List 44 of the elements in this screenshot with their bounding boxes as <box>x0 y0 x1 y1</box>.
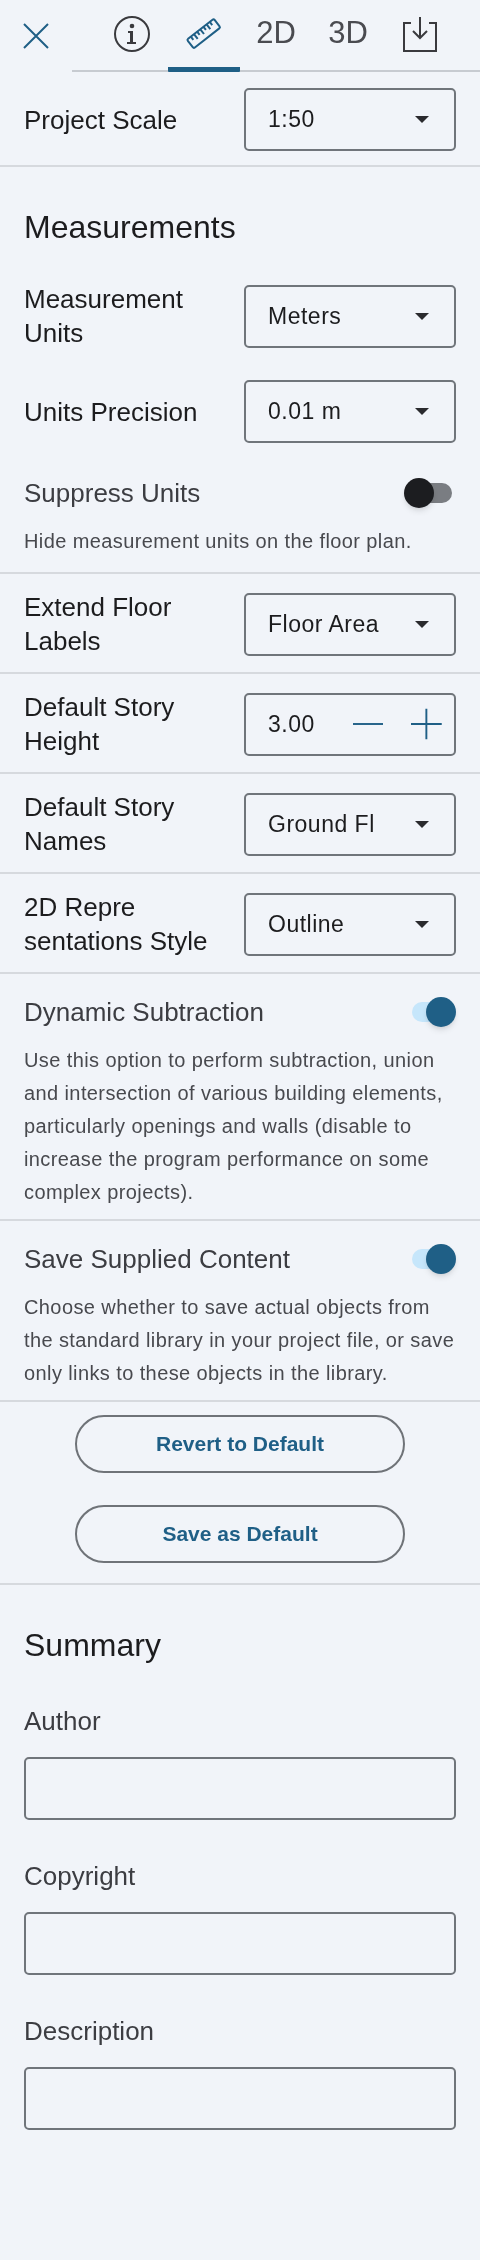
minus-icon[interactable] <box>352 723 384 725</box>
section-heading: Summary <box>24 1626 162 1665</box>
setting-label: Extend Floor Labels <box>24 591 173 658</box>
setting-label: Default Story Height <box>24 691 176 758</box>
setting-label: Suppress Units <box>24 476 201 510</box>
setting-description: Use this option to perform subtraction, union and intersection of various building elements, particularly openings and walls (disable to increase the program performance on some complex projects). <box>24 1048 444 1205</box>
select-dropdown[interactable]: Floor Area <box>244 592 456 656</box>
caret-icon <box>414 619 430 629</box>
info-icon <box>113 14 151 53</box>
download-icon <box>401 14 439 53</box>
input-field[interactable] <box>24 1757 456 1820</box>
setting-label: Measurement Units <box>24 283 184 350</box>
caret-icon <box>414 919 430 929</box>
setting-description: Choose whether to save actual objects from the standard library in your project file, or save only links to these objects in the library. <box>24 1295 456 1386</box>
plus-icon[interactable] <box>411 708 442 740</box>
setting-description: Hide measurement units on the floor plan. <box>24 529 413 554</box>
tab[interactable]: 3D <box>312 0 384 72</box>
outline-button[interactable]: Revert to Default <box>75 1415 405 1473</box>
input-field[interactable] <box>24 2067 456 2130</box>
setting-label: Project Scale <box>24 103 179 137</box>
input-field[interactable] <box>24 1912 456 1975</box>
caret-icon <box>414 819 430 829</box>
select-dropdown[interactable]: Outline <box>244 892 456 956</box>
select-dropdown[interactable]: 1:50 <box>244 88 456 151</box>
outline-button[interactable]: Save as Default <box>75 1505 405 1563</box>
caret-icon <box>414 407 430 416</box>
caret-icon <box>414 115 430 124</box>
select-dropdown[interactable]: 0.01 m <box>244 380 456 443</box>
tab[interactable]: 2D <box>240 0 312 72</box>
stepper-value: 3.00 <box>268 709 316 739</box>
setting-label: Units Precision <box>24 395 199 429</box>
setting-label: 2D Representations Style <box>24 891 209 958</box>
close-icon <box>23 23 49 49</box>
setting-label: Default Story Names <box>24 791 176 858</box>
field-label: Description <box>24 2015 156 2048</box>
setting-label: Dynamic Subtraction <box>24 995 264 1029</box>
caret-icon <box>414 311 430 321</box>
field-label: Copyright <box>24 1860 137 1893</box>
setting-label: Save Supplied Content <box>24 1242 290 1276</box>
select-dropdown[interactable]: Ground Fl <box>244 792 456 856</box>
section-heading: Measurements <box>23 208 237 247</box>
number-stepper[interactable]: 3.00 <box>244 692 456 756</box>
field-label: Author <box>24 1705 102 1738</box>
select-dropdown[interactable]: Meters <box>244 284 456 348</box>
